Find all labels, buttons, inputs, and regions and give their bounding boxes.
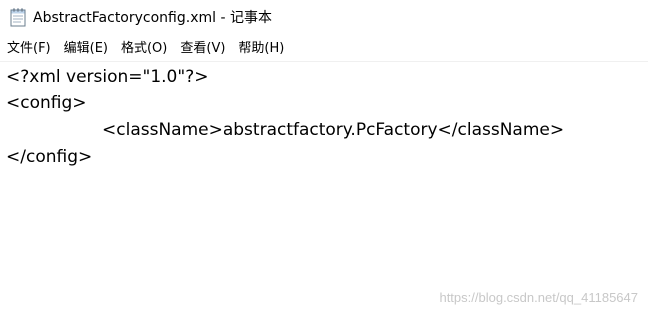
menu-edit[interactable]: 编辑(E) [61, 38, 111, 60]
window-title: AbstractFactoryconfig.xml - 记事本 [33, 10, 272, 26]
notepad-icon [10, 8, 26, 27]
watermark: https://blog.csdn.net/qq_41185647 [439, 290, 638, 305]
text-editor[interactable]: <?xml version="1.0"?> <config> <classNam… [0, 62, 648, 316]
editor-line-3: <className>abstractfactory.PcFactory</cl… [102, 120, 565, 140]
editor-line-1: <?xml version="1.0"?> [6, 67, 209, 87]
editor-line-2: <config> [6, 93, 87, 113]
menu-bar: 文件(F) 编辑(E) 格式(O) 查看(V) 帮助(H) [0, 38, 648, 60]
menu-file[interactable]: 文件(F) [4, 38, 54, 60]
editor-line-4: </config> [6, 147, 93, 167]
menu-format[interactable]: 格式(O) [118, 38, 170, 60]
menu-view[interactable]: 查看(V) [177, 38, 228, 60]
menu-help[interactable]: 帮助(H) [235, 38, 287, 60]
title-bar[interactable]: AbstractFactoryconfig.xml - 记事本 [0, 0, 648, 36]
